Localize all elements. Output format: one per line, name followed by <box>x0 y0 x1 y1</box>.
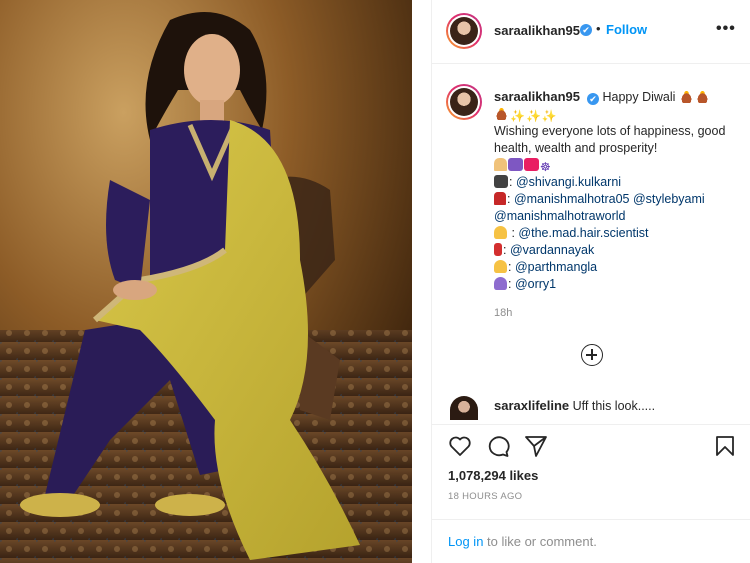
post-side-panel: saraalikhan95 ✔ • Follow ••• saraalikhan… <box>431 0 750 563</box>
diya-icon <box>678 90 694 103</box>
separator-dot: • <box>596 21 601 36</box>
mention-link[interactable]: @manishmalhotraworld <box>494 209 626 223</box>
om-icon <box>508 158 523 171</box>
comment-text: saraxlifeline Uff this look..... <box>494 398 655 413</box>
caption-author-avatar[interactable] <box>446 84 482 120</box>
lipstick-icon <box>494 243 502 256</box>
login-link[interactable]: Log in <box>448 534 483 549</box>
credit-prefix: : <box>509 175 516 189</box>
sparkles-icon: ✨ <box>541 109 557 123</box>
login-prompt-text: to like or comment. <box>487 534 597 549</box>
commenter-avatar[interactable] <box>450 396 478 420</box>
post-date[interactable]: 18 HOURS AGO <box>448 491 522 502</box>
diya-icon <box>694 90 710 103</box>
save-bookmark-icon[interactable] <box>715 435 735 457</box>
credits-list: : @shivangi.kulkarni : @manishmalhotra05 … <box>494 175 705 291</box>
like-heart-icon[interactable] <box>448 435 472 457</box>
follow-button[interactable]: Follow <box>606 22 647 37</box>
author-avatar[interactable] <box>446 13 482 49</box>
load-more-comments-icon[interactable] <box>581 344 603 366</box>
caption-wish: Wishing everyone lots of happiness, good… <box>494 124 726 155</box>
post-header: saraalikhan95 ✔ • Follow ••• <box>432 0 750 64</box>
credit-line: : @parthmangla <box>494 260 597 274</box>
purple-person-icon <box>494 277 507 290</box>
login-prompt: Log in to like or comment. <box>432 519 750 563</box>
hairdresser-icon <box>494 226 507 239</box>
credit-prefix: : <box>503 243 510 257</box>
mention-link[interactable]: @parthmangla <box>515 260 597 274</box>
mention-link[interactable]: @the.mad.hair.scientist <box>518 226 648 240</box>
mention-link[interactable]: @stylebyami <box>633 192 705 206</box>
sparkles-icon: ✨ <box>525 109 541 123</box>
sparkles-icon: ✨ <box>510 109 525 123</box>
credit-prefix: : <box>508 277 515 291</box>
commenter-username[interactable]: saraxlifeline <box>494 398 569 413</box>
likes-count[interactable]: 1,078,294 likes <box>448 468 538 483</box>
author-username[interactable]: saraalikhan95 <box>494 23 580 38</box>
author-avatar-image <box>450 17 478 45</box>
caption-text: saraalikhan95 ✔ Happy Diwali ✨✨✨ Wishing … <box>494 88 744 293</box>
comment-body: Uff this look..... <box>572 399 656 413</box>
caption-avatar-image <box>450 88 478 116</box>
credit-line: : @shivangi.kulkarni <box>494 175 621 189</box>
credit-prefix: : <box>508 260 515 274</box>
dharma-wheel-icon: ☸ <box>540 160 551 174</box>
mention-link[interactable]: @orry1 <box>515 277 556 291</box>
mention-link[interactable]: @manishmalhotra05 <box>514 192 630 206</box>
folded-hands-icon <box>494 158 507 171</box>
post-photo[interactable] <box>0 0 412 563</box>
credit-prefix: : <box>507 192 514 206</box>
post-time-ago[interactable]: 18h <box>494 307 512 319</box>
share-icon[interactable] <box>524 435 548 457</box>
mention-link[interactable]: @vardannayak <box>510 243 594 257</box>
mention-link[interactable]: @shivangi.kulkarni <box>516 175 621 189</box>
comment-icon[interactable] <box>486 435 510 457</box>
post-caption: saraalikhan95 ✔ Happy Diwali ✨✨✨ Wishing … <box>432 64 750 394</box>
caption-username[interactable]: saraalikhan95 <box>494 89 580 104</box>
comment-item: saraxlifeline Uff this look..... <box>432 392 750 422</box>
post-actions: 1,078,294 likes 18 HOURS AGO Log in to l… <box>432 424 750 563</box>
heart-icon <box>524 158 539 171</box>
camera-icon <box>494 175 508 188</box>
verified-badge-icon: ✔ <box>580 24 592 36</box>
person-icon <box>494 260 507 273</box>
credit-line: : @manishmalhotra05 @stylebyami @manishm… <box>494 192 705 223</box>
post-photo-illustration <box>0 0 412 563</box>
credit-line: : @orry1 <box>494 277 556 291</box>
caption-greeting: Happy Diwali <box>602 90 676 104</box>
more-options-icon[interactable]: ••• <box>716 20 736 38</box>
credit-prefix: : <box>508 226 519 240</box>
diya-icon <box>494 107 509 120</box>
credit-line: : @the.mad.hair.scientist <box>494 226 649 240</box>
credit-line: : @vardannayak <box>494 243 594 257</box>
caption-verified-icon: ✔ <box>587 93 600 105</box>
dress-icon <box>494 192 506 205</box>
